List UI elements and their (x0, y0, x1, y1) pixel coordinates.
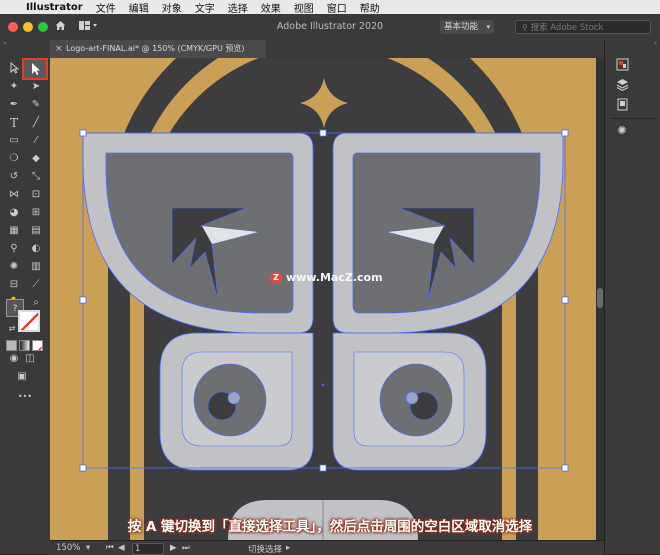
libraries-panel-icon[interactable] (615, 98, 629, 112)
eraser-tool-icon[interactable]: ◆ (28, 152, 44, 166)
previous-artboard-button[interactable]: ◀ (118, 543, 125, 553)
appearance-panel-icon[interactable]: ✺ (615, 124, 629, 138)
menu-help[interactable]: 帮助 (360, 0, 380, 15)
search-icon: ⚲ (522, 23, 528, 32)
logo-artwork[interactable] (50, 58, 596, 540)
vertical-scrollbar[interactable] (596, 58, 604, 540)
watermark: Zwww.MacZ.com (270, 271, 383, 284)
magic-wand-tool-icon[interactable]: ✦ (6, 80, 22, 94)
scroll-thumb[interactable] (597, 288, 603, 308)
none-mode-button[interactable] (32, 340, 43, 351)
last-artboard-button[interactable]: ⏭ (182, 543, 190, 553)
zoom-chevron-icon[interactable]: ▾ (86, 543, 90, 553)
shape-builder-tool-icon[interactable]: ◕ (6, 206, 22, 220)
gradient-mode-button[interactable] (19, 340, 30, 351)
watermark-logo-icon: Z (270, 272, 282, 284)
fill-unknown-label: ? (12, 304, 18, 314)
draw-mode-icon[interactable]: ◉ (6, 352, 22, 366)
lasso-tool-icon[interactable]: ➤ (28, 80, 44, 94)
scale-tool-icon[interactable]: ⤡ (28, 170, 44, 184)
line-tool-icon[interactable]: ╱ (28, 116, 44, 130)
menu-edit[interactable]: 编辑 (129, 0, 149, 15)
document-tab[interactable]: × Logo-art-FINAL.ai* @ 150% (CMYK/GPU 预览… (50, 40, 266, 58)
title-bar: Adobe Illustrator 2020 基本功能 ▾ ⚲ 搜索 Adobe … (0, 14, 660, 41)
workspace-switcher[interactable]: 基本功能 ▾ (440, 20, 494, 34)
draw-behind-icon[interactable]: ◫ (22, 352, 38, 366)
free-transform-tool-icon[interactable]: ⊡ (28, 188, 44, 202)
rectangle-tool-icon[interactable]: ▭ (6, 134, 22, 148)
search-placeholder: 搜索 Adobe Stock (530, 23, 604, 33)
menu-bar: Illustrator 文件 编辑 对象 文字 选择 效果 视图 窗口 帮助 (0, 0, 660, 15)
color-mode-button[interactable] (6, 340, 17, 351)
rotate-tool-icon[interactable]: ↺ (6, 170, 22, 184)
menu-object[interactable]: 对象 (162, 0, 182, 15)
workspace-label: 基本功能 (444, 22, 479, 32)
zoom-level-dropdown[interactable]: 150% (56, 543, 80, 553)
chevron-down-icon: ▾ (486, 23, 490, 31)
screen-mode-icon[interactable]: ▣ (14, 370, 30, 384)
artboard-tool-icon[interactable]: ⊟ (6, 278, 22, 292)
tools-panel: » ✦ ➤ ✒ ✎ T ╱ ▭ ⁄ ❍ ◆ ↺ ⤡ ⋈ ⊡ ◕ ⊞ ▦ ▤ ⚲ … (0, 40, 51, 554)
properties-panel-icon[interactable] (615, 58, 629, 72)
menu-view[interactable]: 视图 (294, 0, 314, 15)
menu-file[interactable]: 文件 (96, 0, 116, 15)
watermark-text: www.MacZ.com (286, 271, 383, 284)
artboard-number-field[interactable]: 1 (132, 543, 164, 555)
symbol-sprayer-tool-icon[interactable]: ✺ (6, 260, 22, 274)
document-tab-label: Logo-art-FINAL.ai* @ 150% (CMYK/GPU 预览) (66, 44, 245, 53)
menu-effect[interactable]: 效果 (261, 0, 281, 15)
slice-tool-icon[interactable]: ⟋ (28, 278, 44, 292)
layers-panel-icon[interactable] (615, 78, 629, 92)
mesh-tool-icon[interactable]: ▦ (6, 224, 22, 238)
paintbrush-tool-icon[interactable]: ⁄ (28, 134, 44, 148)
direct-selection-tool-icon[interactable] (22, 58, 48, 80)
eyedropper-tool-icon[interactable]: ⚲ (6, 242, 22, 256)
swap-fill-stroke-icon[interactable]: ⇄ (4, 322, 20, 336)
menu-select[interactable]: 选择 (228, 0, 248, 15)
curvature-tool-icon[interactable]: ✎ (28, 98, 44, 112)
close-tab-icon[interactable]: × (55, 40, 63, 58)
document-tabs: × Logo-art-FINAL.ai* @ 150% (CMYK/GPU 预览… (50, 40, 604, 59)
next-artboard-button[interactable]: ▶ (170, 543, 177, 553)
panel-divider (611, 118, 655, 119)
pen-tool-icon[interactable]: ✒ (6, 98, 22, 112)
perspective-grid-tool-icon[interactable]: ⊞ (28, 206, 44, 220)
panel-collapse-handle[interactable]: » (0, 40, 53, 48)
right-panel-dock: « ✺ (604, 40, 660, 554)
blend-tool-icon[interactable]: ◐ (28, 242, 44, 256)
panel-collapse-handle-right[interactable]: « (605, 40, 660, 48)
app-menu[interactable]: Illustrator (26, 2, 83, 13)
current-tool-status[interactable]: 切换选择 (248, 543, 282, 555)
selection-tool-icon[interactable] (6, 61, 22, 76)
menu-window[interactable]: 窗口 (327, 0, 347, 15)
first-artboard-button[interactable]: ⏮ (106, 543, 114, 553)
shaper-tool-icon[interactable]: ❍ (6, 152, 22, 166)
stock-search-input[interactable]: ⚲ 搜索 Adobe Stock (515, 20, 651, 34)
gradient-tool-icon[interactable]: ▤ (28, 224, 44, 238)
artboard-canvas[interactable] (50, 58, 596, 540)
edit-toolbar-button[interactable]: ••• (12, 390, 38, 404)
status-bar: 150% ▾ ⏮ ◀ 1 ▶ ⏭ 切换选择 ▸ (50, 540, 604, 555)
type-tool-icon[interactable]: T (6, 116, 22, 130)
status-chevron-icon[interactable]: ▸ (286, 543, 290, 553)
tutorial-caption: 按 A 键切换到「直接选择工具」，然后点击周围的空白区域取消选择 (127, 519, 533, 535)
zoom-tool-icon[interactable]: ⌕ (28, 296, 44, 310)
stroke-swatch[interactable] (18, 310, 40, 332)
menu-type[interactable]: 文字 (195, 0, 215, 15)
graph-tool-icon[interactable]: ▥ (28, 260, 44, 274)
width-tool-icon[interactable]: ⋈ (6, 188, 22, 202)
